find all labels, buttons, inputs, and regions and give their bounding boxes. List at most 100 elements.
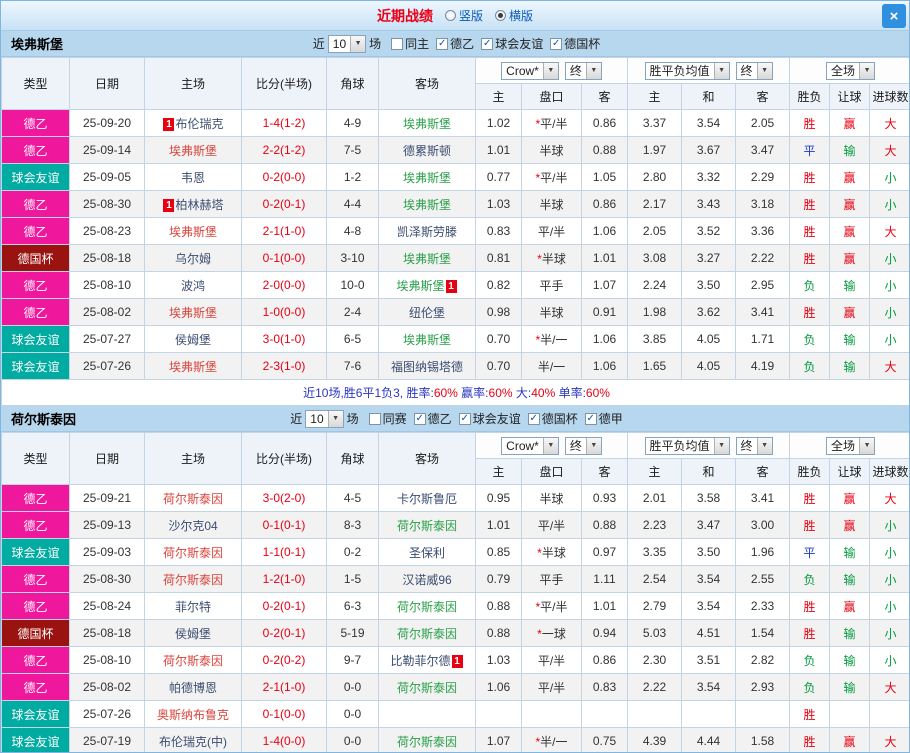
team-link[interactable]: 荷尔斯泰因 [163,654,223,668]
match-row: 德乙 25-08-02 埃弗斯堡 1-0(0-0) 2-4 纽伦堡 0.98 半球 0.91 1.… [1,298,909,326]
team-link[interactable]: 埃弗斯堡 [396,279,444,293]
filter-checkbox-1[interactable]: ✓ 德乙 [413,410,452,427]
team-link[interactable]: 埃弗斯堡 [403,252,451,266]
odds-time-select[interactable]: 终 ▼ [564,436,602,455]
team-link[interactable]: 韦恩 [181,171,205,185]
away-team-cell: 荷尔斯泰因 [378,727,476,752]
avg-type-select-value: 胜平负均值 [649,64,710,78]
recent-count-select[interactable]: 10 ▼ [327,34,367,53]
goals-cell: 小 [869,244,909,272]
team-link[interactable]: 埃弗斯堡 [403,171,451,185]
radio-label: 竖版 [458,9,483,23]
team-link[interactable]: 荷尔斯泰因 [397,735,457,749]
team-link[interactable]: 埃弗斯堡 [169,225,217,239]
result-cell: 胜 [789,109,831,137]
scope-select[interactable]: 全场 ▼ [826,436,876,455]
corner-cell: 4-8 [326,217,379,245]
handicap-result-cell: 输 [829,325,871,353]
team-link[interactable]: 帕德博恩 [169,681,217,695]
goals-cell: 大 [869,217,909,245]
handicap-result-cell: 输 [829,538,871,566]
column-header-avg-draw: 和 [681,83,737,110]
league-cell: 德乙 [1,136,70,164]
match-row: 德国杯 25-08-18 乌尔姆 0-1(0-0) 3-10 埃弗斯堡 0.81 *半球 1.0… [1,244,909,272]
team-link[interactable]: 埃弗斯堡 [169,306,217,320]
team-link[interactable]: 沙尔克04 [168,519,217,533]
checkbox-checked-icon: ✓ [413,412,426,425]
team-link[interactable]: 埃弗斯堡 [169,144,217,158]
team-link[interactable]: 柏林赫塔 [175,198,223,212]
team-link[interactable]: 侯姆堡 [175,333,211,347]
team-link[interactable]: 布伦瑞克(中) [159,735,227,749]
avg-away-cell: 2.55 [735,565,791,593]
odds-source-select[interactable]: Crow* ▼ [501,436,559,455]
matches-table: 类型 日期 主场 比分(半场) 角球 客场 Crow* ▼ 终 ▼ 胜平负均值 ▼ 终 ▼ 全场 ▼ 主盘口客主… [1,57,909,406]
dropdown-arrow-icon: ▼ [713,437,729,454]
filter-checkbox-1[interactable]: ✓ 德乙 [436,35,474,52]
filter-checkbox-2[interactable]: ✓ 球会友谊 [458,410,521,427]
avg-type-select[interactable]: 胜平负均值 ▼ [644,61,730,80]
team-link[interactable]: 荷尔斯泰因 [163,546,223,560]
avg-time-select[interactable]: 终 ▼ [735,436,773,455]
filter-checkbox-2[interactable]: ✓ 球会友谊 [481,35,543,52]
filter-checkbox-4[interactable]: ✓ 德甲 [584,410,623,427]
team-link[interactable]: 波鸿 [181,279,205,293]
team-link[interactable]: 福图纳锡塔德 [391,360,463,374]
avg-away-cell: 3.00 [735,511,791,539]
handicap-result-cell: 赢 [829,727,871,752]
team-link[interactable]: 奥斯纳布鲁克 [157,708,229,722]
filter-checkbox-3[interactable]: ✓ 德国杯 [527,410,578,427]
score-cell: 0-2(0-1) [241,592,327,620]
odds-source-select[interactable]: Crow* ▼ [501,61,559,80]
score-cell: 3-0(2-0) [241,484,327,512]
avg-draw-cell: 3.47 [681,511,737,539]
team-link[interactable]: 埃弗斯堡 [169,360,217,374]
home-team-cell: 荷尔斯泰因 [144,646,242,674]
team-link[interactable]: 汉诺威96 [402,573,451,587]
column-header-goals: 进球数 [869,458,909,485]
column-header-corner: 角球 [326,432,379,485]
column-header-odds-home: 主 [475,458,522,485]
layout-radio-horizontal[interactable]: 横版 [495,7,533,24]
team-link[interactable]: 布伦瑞克 [175,117,223,131]
avg-type-select[interactable]: 胜平负均值 ▼ [644,436,730,455]
handicap-cell: 平/半 [521,673,582,701]
team-link[interactable]: 埃弗斯堡 [403,198,451,212]
column-header-result: 胜负 [789,458,831,485]
team-link[interactable]: 荷尔斯泰因 [397,600,457,614]
recent-count-select[interactable]: 10 ▼ [305,409,344,428]
filter-checkbox-0[interactable]: 同赛 [368,410,407,427]
team-link[interactable]: 卡尔斯鲁厄 [397,492,457,506]
team-link[interactable]: 凯泽斯劳滕 [397,225,457,239]
team-link[interactable]: 纽伦堡 [409,306,445,320]
scope-select[interactable]: 全场 ▼ [826,61,876,80]
handicap-cell: *半/一 [521,325,582,353]
team-link[interactable]: 埃弗斯堡 [403,333,451,347]
column-header-avg-away: 客 [735,83,791,110]
match-filters: 近 10 ▼ 场同主 ✓ 德乙 ✓ 球会友谊 ✓ 德国杯 [310,34,600,53]
date-cell: 25-07-26 [69,352,145,380]
team-link[interactable]: 菲尔特 [175,600,211,614]
league-cell: 球会友谊 [1,352,70,380]
team-link[interactable]: 荷尔斯泰因 [163,573,223,587]
filter-checkbox-0[interactable]: 同主 [391,35,429,52]
team-link[interactable]: 荷尔斯泰因 [397,681,457,695]
match-row: 德国杯 25-08-18 侯姆堡 0-2(0-1) 5-19 荷尔斯泰因 0.88 *一球 0.… [1,619,909,647]
team-link[interactable]: 荷尔斯泰因 [397,519,457,533]
team-link[interactable]: 德累斯顿 [403,144,451,158]
odds-time-select[interactable]: 终 ▼ [564,61,602,80]
close-button[interactable]: × [882,4,906,28]
goals-cell: 大 [869,109,909,137]
filter-checkbox-3[interactable]: ✓ 德国杯 [550,35,600,52]
layout-radio-vertical[interactable]: 竖版 [444,7,483,24]
odds-away-cell: 0.86 [580,190,629,218]
team-link[interactable]: 乌尔姆 [175,252,211,266]
team-link[interactable]: 埃弗斯堡 [403,117,451,131]
team-link[interactable]: 比勒菲尔德 [390,654,450,668]
team-link[interactable]: 侯姆堡 [175,627,211,641]
team-link[interactable]: 荷尔斯泰因 [163,492,223,506]
team-link[interactable]: 圣保利 [409,546,445,560]
date-cell: 25-08-02 [69,298,145,326]
avg-time-select[interactable]: 终 ▼ [735,61,773,80]
team-link[interactable]: 荷尔斯泰因 [397,627,457,641]
